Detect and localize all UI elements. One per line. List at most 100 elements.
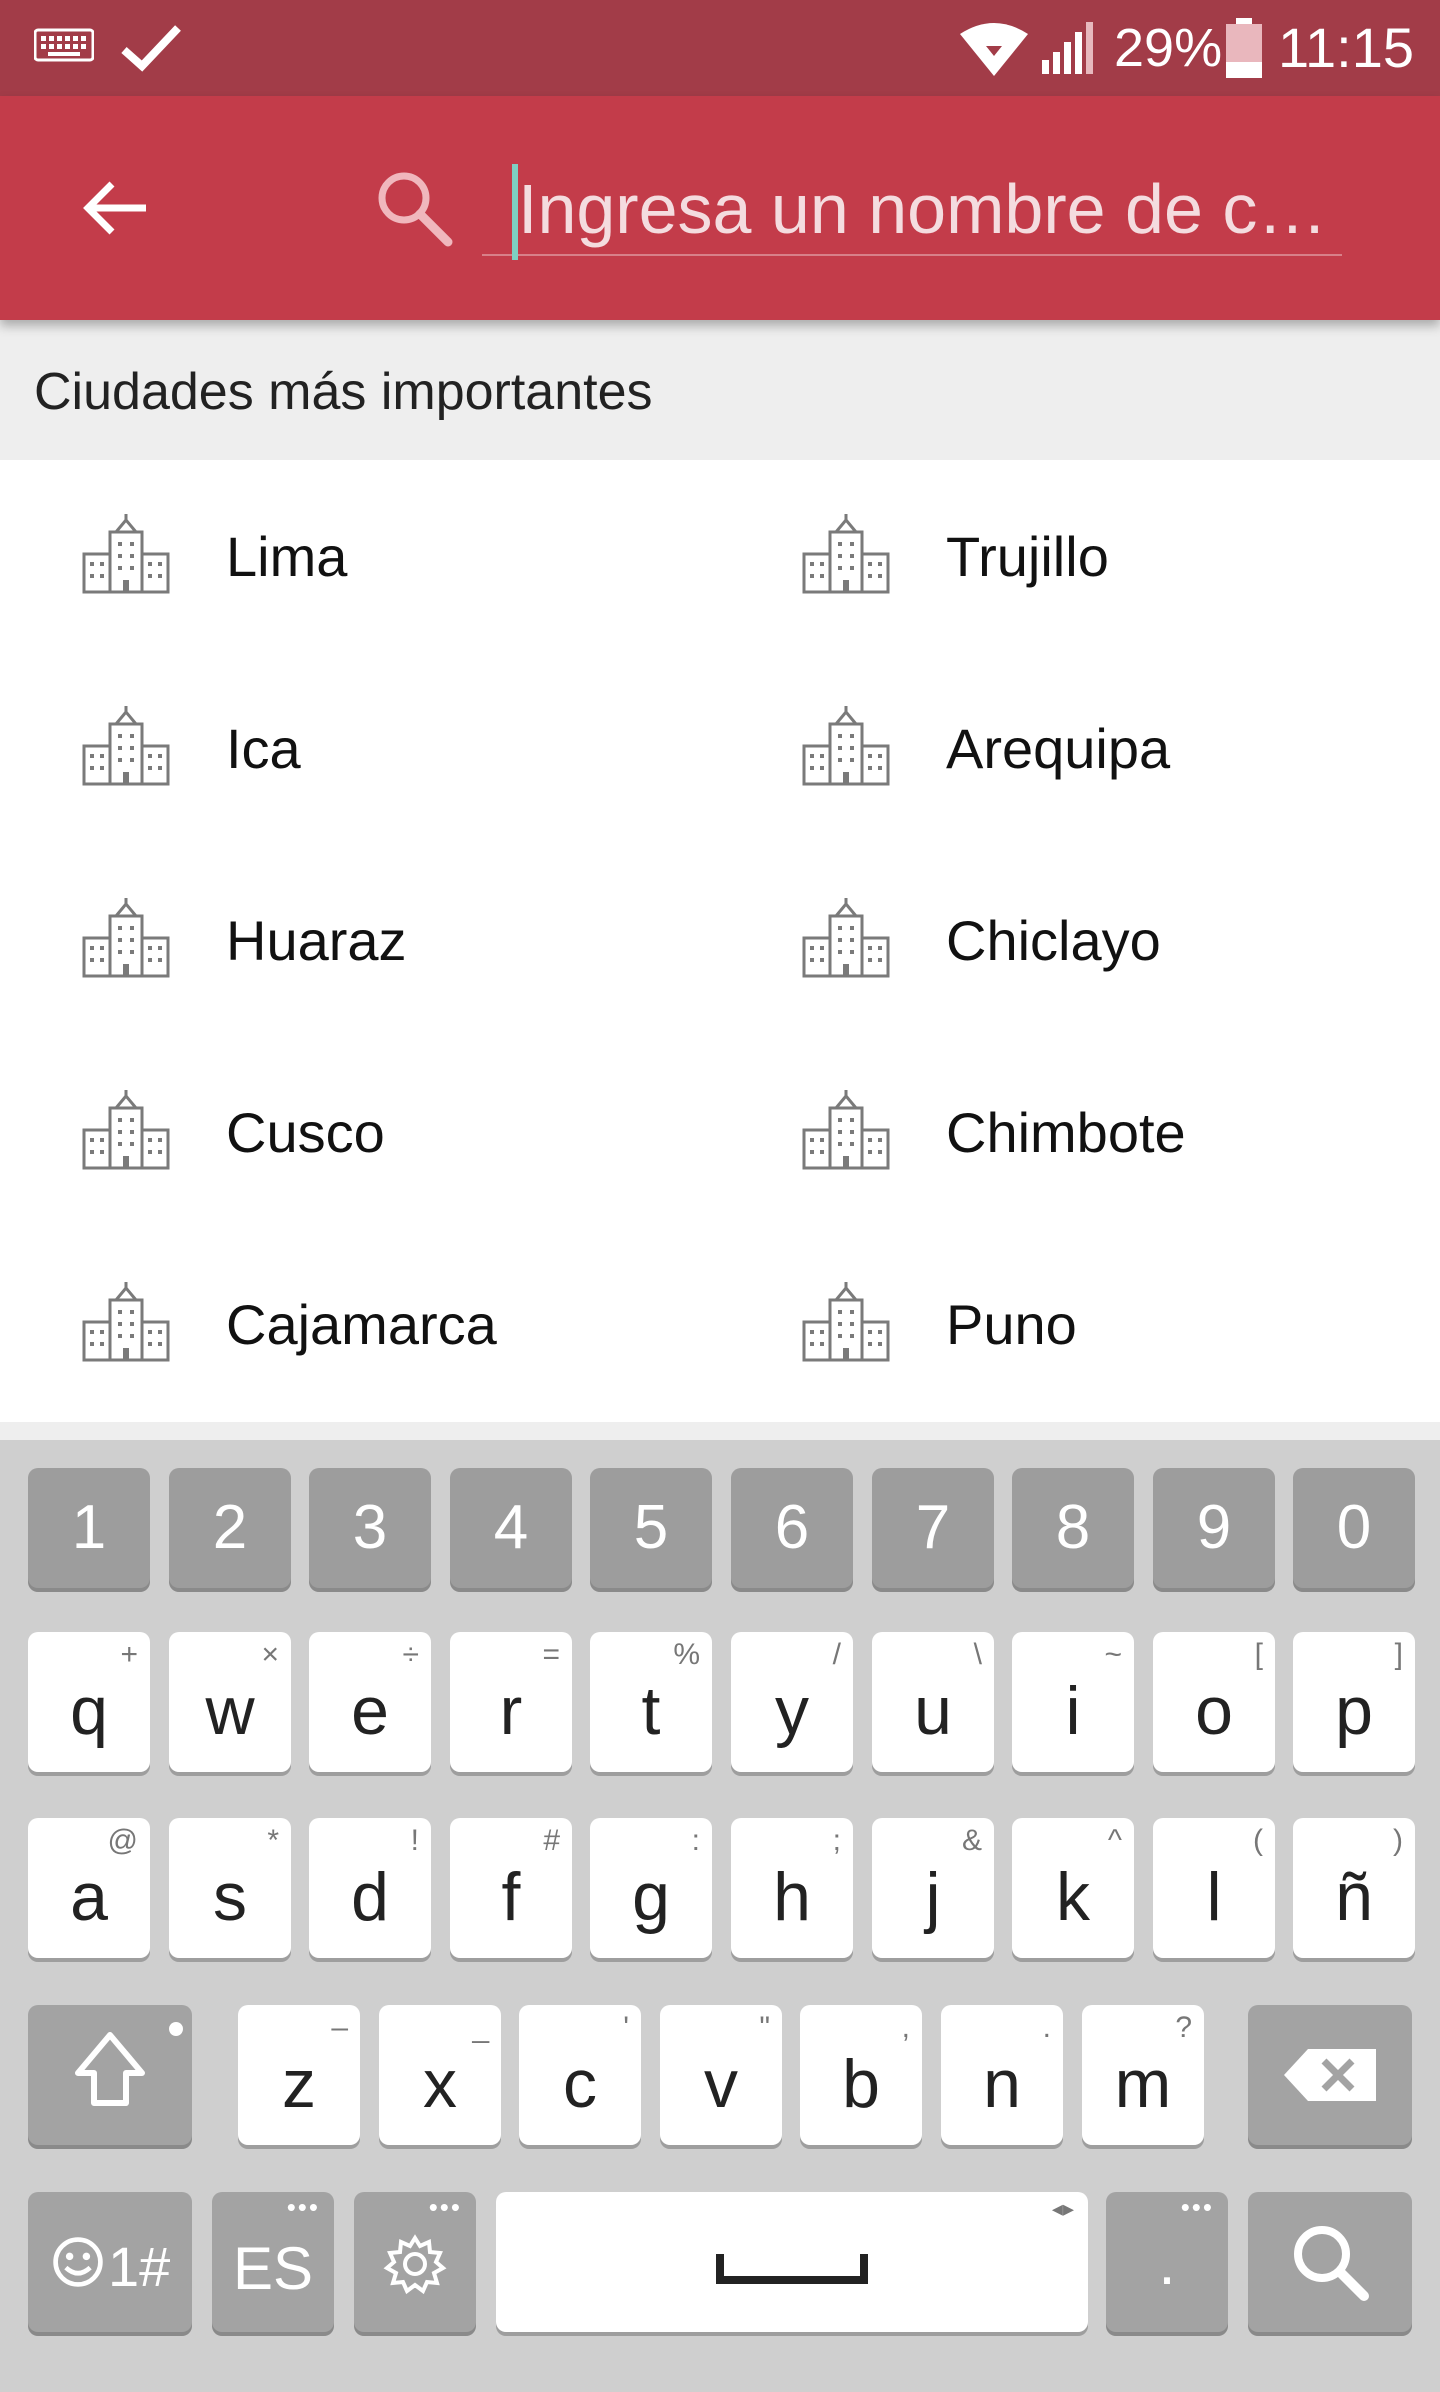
key-label: u [914, 1673, 952, 1749]
space-key[interactable]: ◂▸ [496, 2192, 1088, 2332]
period-key[interactable]: ••• . [1106, 2192, 1228, 2332]
key-alt-symbol: ' [623, 2011, 629, 2044]
city-item[interactable]: Ica [0, 652, 720, 844]
key-label: ñ [1335, 1859, 1373, 1935]
number-key[interactable]: 1 [28, 1468, 150, 1588]
key-label: w [205, 1673, 255, 1749]
building-icon [80, 704, 172, 788]
letter-key[interactable]: & j [872, 1818, 994, 1958]
key-label: 1 [71, 1493, 107, 1562]
key-label: 6 [774, 1493, 810, 1562]
key-label: n [983, 2046, 1021, 2122]
key-label: o [1195, 1673, 1233, 1749]
key-alt-symbol: : [691, 1824, 700, 1857]
key-alt-symbol: @ [107, 1824, 138, 1857]
number-key[interactable]: 9 [1153, 1468, 1275, 1588]
letter-key[interactable]: @ a [28, 1818, 150, 1958]
letter-key[interactable]: (l [1153, 1818, 1275, 1958]
search-key[interactable] [1248, 2192, 1412, 2332]
key-alt-symbol: ! [410, 1824, 419, 1857]
city-name: Huaraz [226, 909, 407, 972]
letter-key[interactable]: _ x [379, 2005, 501, 2145]
number-key[interactable]: 7 [872, 1468, 994, 1588]
key-label: 7 [915, 1493, 951, 1562]
letter-key[interactable]: = r [450, 1632, 572, 1772]
letter-key[interactable]: " v [660, 2005, 782, 2145]
letter-key[interactable]: × w [169, 1632, 291, 1772]
letter-key[interactable]: ^ k [1012, 1818, 1134, 1958]
letter-key[interactable]: ] p [1293, 1632, 1415, 1772]
key-alt-symbol: ) [1393, 1824, 1403, 1857]
letter-key[interactable]: * s [169, 1818, 291, 1958]
search-icon [1294, 2226, 1369, 2301]
wifi-icon [960, 23, 1028, 76]
city-name: Chimbote [946, 1101, 1186, 1164]
settings-key[interactable]: ••• [354, 2192, 476, 2332]
number-key[interactable]: 3 [309, 1468, 431, 1588]
signal-icon [1042, 22, 1093, 74]
language-key[interactable]: ••• ES [212, 2192, 334, 2332]
letter-key[interactable]: .n [941, 2005, 1063, 2145]
key-alt-symbol: ? [1175, 2011, 1192, 2044]
letter-key[interactable]: / y [731, 1632, 853, 1772]
key-label: d [351, 1859, 389, 1935]
letter-key[interactable]: ÷ e [309, 1632, 431, 1772]
city-item[interactable]: Cusco [0, 1036, 720, 1228]
city-name: Lima [226, 525, 348, 588]
key-label: x [423, 2046, 457, 2122]
city-item[interactable]: Arequipa [720, 652, 1440, 844]
backspace-key[interactable] [1248, 2005, 1412, 2145]
city-item[interactable]: Chimbote [720, 1036, 1440, 1228]
letter-key[interactable]: [o [1153, 1632, 1275, 1772]
city-item[interactable]: Huaraz [0, 844, 720, 1036]
city-item[interactable]: Lima [0, 460, 720, 652]
city-grid: Lima Trujillo Ica Arequipa Huaraz Chiclayo Cus… [0, 460, 1440, 1422]
key-label: t [641, 1673, 661, 1749]
letter-key[interactable]: ' c [519, 2005, 641, 2145]
letter-key[interactable]: # f [450, 1818, 572, 1958]
letter-key[interactable]: + q [28, 1632, 150, 1772]
number-key[interactable]: 0 [1293, 1468, 1415, 1588]
shift-key[interactable] [28, 2005, 192, 2145]
key-alt-symbol: [ [1254, 1638, 1263, 1671]
city-item[interactable]: Trujillo [720, 460, 1440, 652]
letter-key[interactable]: ? m [1082, 2005, 1204, 2145]
more-dots: ••• [286, 2192, 320, 2222]
letter-key[interactable]: % t [590, 1632, 712, 1772]
city-item[interactable]: Chiclayo [720, 844, 1440, 1036]
letter-key[interactable]: ! d [309, 1818, 431, 1958]
building-icon [80, 512, 172, 596]
key-label: i [1065, 1673, 1081, 1749]
city-name: Cusco [226, 1101, 385, 1164]
search-field[interactable] [482, 154, 1342, 264]
space-bar-icon [716, 2254, 868, 2284]
key-alt-symbol: ; [832, 1824, 841, 1857]
letter-key[interactable]: ; h [731, 1818, 853, 1958]
key-label: b [842, 2046, 880, 2122]
letter-key[interactable]: \ u [872, 1632, 994, 1772]
key-alt-symbol: ] [1394, 1638, 1403, 1671]
clock: 11:15 [1278, 16, 1414, 79]
key-alt-symbol: # [543, 1824, 560, 1857]
number-key[interactable]: 2 [169, 1468, 291, 1588]
letter-key[interactable]: ,b [800, 2005, 922, 2145]
key-label: y [775, 1673, 809, 1749]
letter-key[interactable]: :g [590, 1818, 712, 1958]
emoji-symbols-key[interactable]: 1# [28, 2192, 192, 2332]
key-label: a [70, 1859, 108, 1935]
number-key[interactable]: 4 [450, 1468, 572, 1588]
letter-key[interactable]: – z [238, 2005, 360, 2145]
number-key[interactable]: 6 [731, 1468, 853, 1588]
city-item[interactable]: Puno [720, 1228, 1440, 1420]
number-key[interactable]: 8 [1012, 1468, 1134, 1588]
back-arrow-icon[interactable] [70, 162, 162, 254]
number-key[interactable]: 5 [590, 1468, 712, 1588]
key-label: s [213, 1859, 247, 1935]
letter-key[interactable]: ~ i [1012, 1632, 1134, 1772]
more-dots: ••• [428, 2192, 462, 2222]
search-input[interactable] [514, 154, 1334, 264]
period-label: . [1158, 2229, 1176, 2298]
letter-key[interactable]: ) ñ [1293, 1818, 1415, 1958]
city-item[interactable]: Cajamarca [0, 1228, 720, 1420]
key-label: z [282, 2046, 316, 2122]
